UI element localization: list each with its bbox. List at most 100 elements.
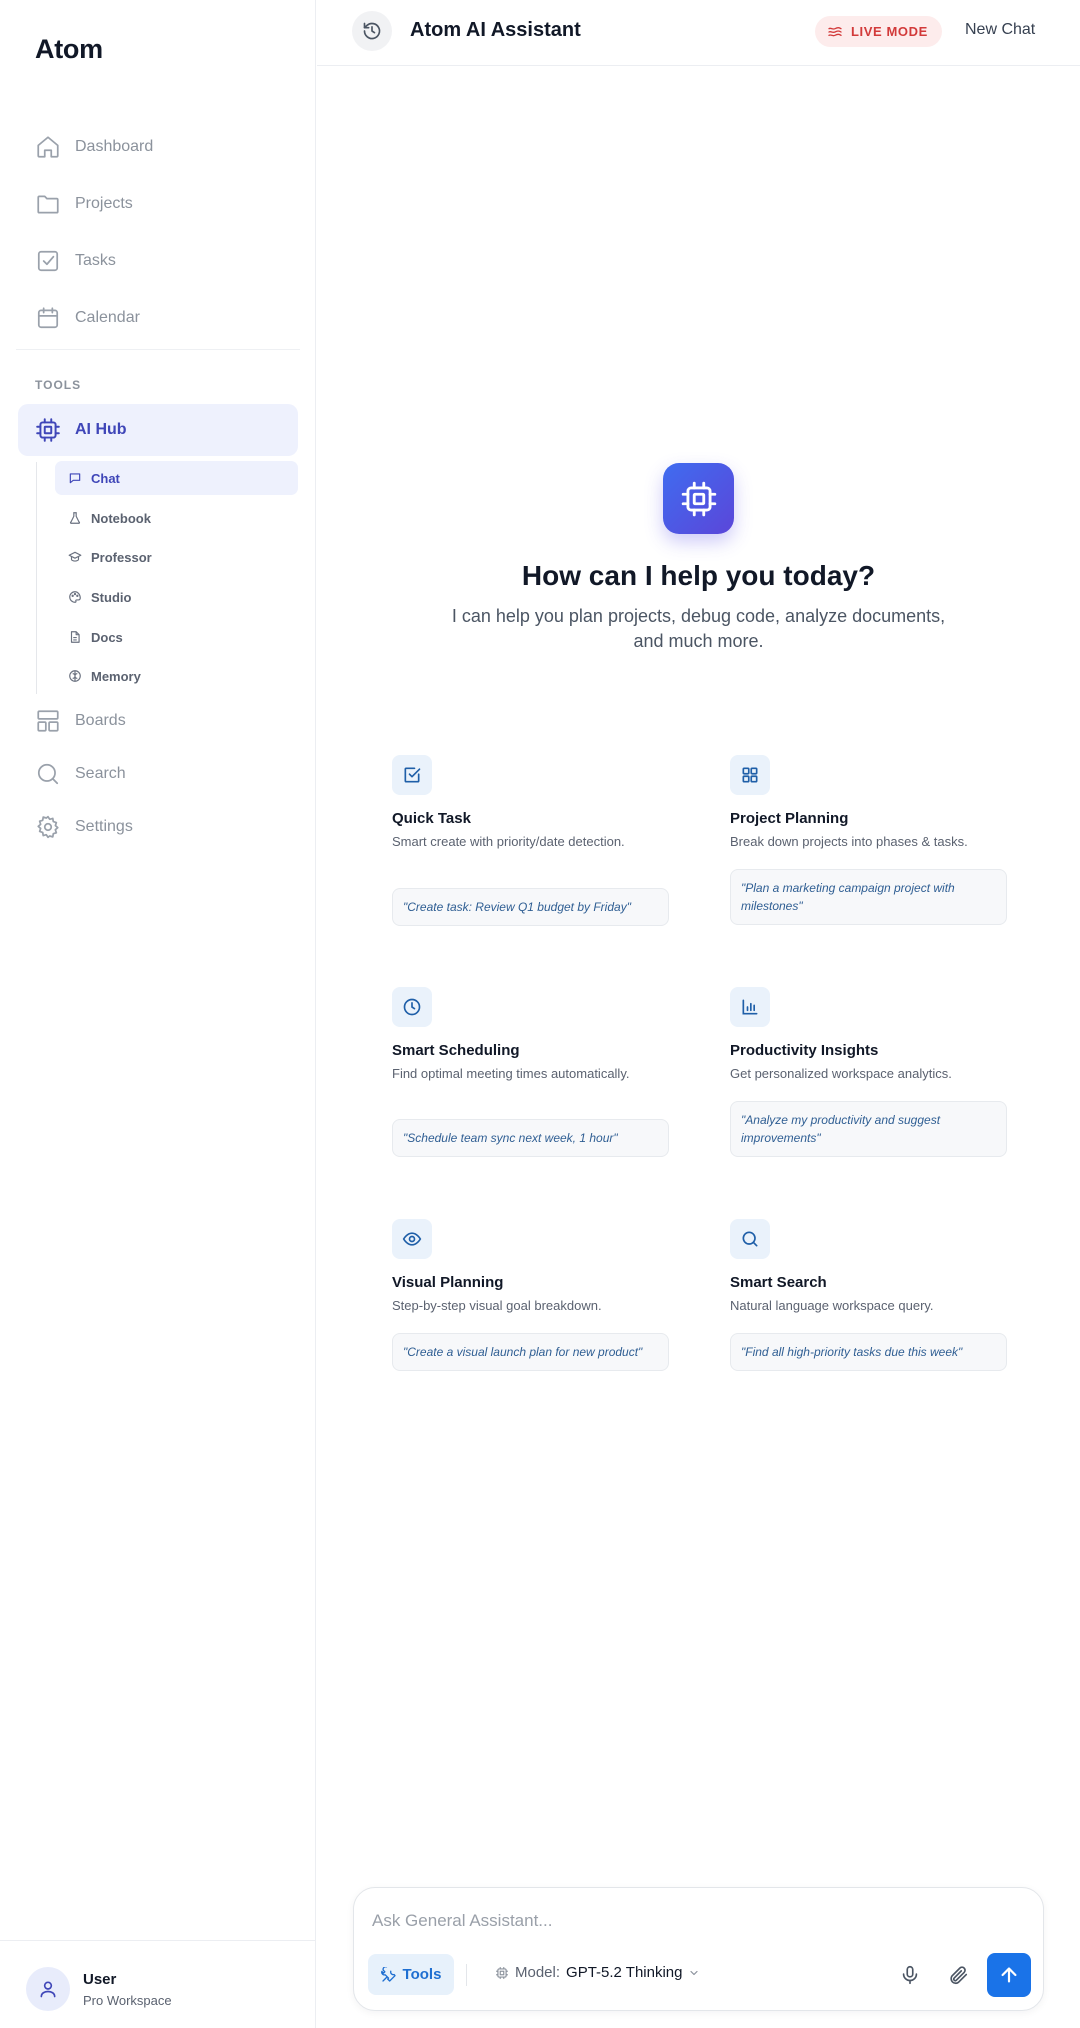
chat-input[interactable] <box>372 1906 1012 1936</box>
arrow-up-icon <box>1001 1967 1017 1983</box>
attach-button[interactable] <box>943 1960 973 1990</box>
tools-section-label: TOOLS <box>35 378 82 392</box>
nav-item-settings[interactable]: Settings <box>35 807 133 847</box>
bar-chart-icon <box>742 999 758 1015</box>
sub-item-label: Docs <box>91 629 123 645</box>
nav-label: Boards <box>75 712 126 729</box>
card-icon-box <box>730 987 770 1027</box>
card-icon-box <box>392 755 432 795</box>
calendar-icon <box>37 307 59 329</box>
new-chat-button[interactable]: New Chat <box>965 21 1035 39</box>
sub-item-label: Notebook <box>91 510 151 526</box>
card-title: Smart Search <box>730 1274 827 1291</box>
wrench-icon <box>380 1966 396 1982</box>
model-selector[interactable]: Model: GPT-5.2 Thinking <box>495 1964 700 1981</box>
check-square-icon <box>404 767 421 783</box>
user-icon <box>40 1981 56 1998</box>
chat-composer: Tools Model: GPT-5.2 Thinking <box>353 1887 1044 2011</box>
microphone-button[interactable] <box>895 1960 925 1990</box>
card-icon-box <box>730 755 770 795</box>
top-header: Atom AI Assistant LIVE MODE New Chat <box>317 0 1080 66</box>
grid-icon <box>742 767 758 783</box>
nav-item-calendar[interactable]: Calendar <box>35 298 140 338</box>
sub-item-label: Memory <box>91 668 141 684</box>
sidebar: Atom Dashboard Projects Tasks Calendar T… <box>0 0 316 2028</box>
graduation-cap-icon <box>68 551 82 562</box>
folder-icon <box>37 195 59 214</box>
card-description: Natural language workspace query. <box>730 1298 934 1313</box>
nav-label: Tasks <box>75 252 116 269</box>
document-icon <box>70 631 80 643</box>
user-profile[interactable]: User Pro Workspace <box>0 1940 316 2028</box>
cpu-icon <box>496 1966 508 1979</box>
microphone-icon <box>902 1965 918 1985</box>
sub-item-chat[interactable]: Chat <box>55 461 298 495</box>
chat-icon <box>69 473 81 484</box>
card-example-prompt[interactable]: "Find all high-priority tasks due this w… <box>730 1333 1007 1371</box>
card-icon-box <box>392 1219 432 1259</box>
sub-item-label: Professor <box>91 549 152 565</box>
composer-separator <box>466 1964 467 1986</box>
nav-item-tasks[interactable]: Tasks <box>35 241 116 281</box>
eye-icon <box>402 1232 422 1246</box>
flask-icon <box>70 512 80 524</box>
suggestion-card-smart-search[interactable]: Smart Search Natural language workspace … <box>730 1219 1007 1371</box>
card-title: Visual Planning <box>392 1274 504 1291</box>
card-example-prompt[interactable]: "Create task: Review Q1 budget by Friday… <box>392 888 669 926</box>
nav-label: Settings <box>75 818 133 835</box>
sub-item-docs[interactable]: Docs <box>55 620 298 654</box>
suggestion-card-quick-task[interactable]: Quick Task Smart create with priority/da… <box>392 755 669 927</box>
boards-icon <box>37 710 59 732</box>
paperclip-icon <box>950 1966 968 1985</box>
card-title: Quick Task <box>392 810 471 827</box>
sub-item-label: Studio <box>91 589 132 605</box>
suggestion-card-smart-scheduling[interactable]: Smart Scheduling Find optimal meeting ti… <box>392 987 669 1159</box>
nav-item-dashboard[interactable]: Dashboard <box>35 127 153 167</box>
suggestion-card-visual-planning[interactable]: Visual Planning Step-by-step visual goal… <box>392 1219 669 1371</box>
sidebar-divider <box>16 349 300 350</box>
card-example-prompt[interactable]: "Plan a marketing campaign project with … <box>730 869 1007 925</box>
suggestion-card-productivity-insights[interactable]: Productivity Insights Get personalized w… <box>730 987 1007 1159</box>
card-example-prompt[interactable]: "Analyze my productivity and suggest imp… <box>730 1101 1007 1157</box>
card-example-prompt[interactable]: "Create a visual launch plan for new pro… <box>392 1333 669 1371</box>
user-workspace: Pro Workspace <box>83 1993 172 2008</box>
nav-item-search[interactable]: Search <box>35 754 126 794</box>
brand-logo: Atom <box>35 34 103 64</box>
chevron-down-icon <box>690 1970 699 1975</box>
checkbox-icon <box>37 250 59 272</box>
tools-label: Tools <box>402 1966 442 1983</box>
user-name: User <box>83 1971 117 1988</box>
cpu-icon <box>681 481 716 516</box>
card-description: Smart create with priority/date detectio… <box>392 834 625 849</box>
assistant-logo <box>663 463 734 534</box>
live-mode-badge[interactable]: LIVE MODE <box>815 16 942 47</box>
sub-item-memory[interactable]: Memory <box>55 659 298 693</box>
nav-item-ai-hub[interactable]: AI Hub <box>18 404 298 456</box>
card-example-prompt[interactable]: "Schedule team sync next week, 1 hour" <box>392 1119 669 1157</box>
card-title: Smart Scheduling <box>392 1042 520 1059</box>
model-name: GPT-5.2 Thinking <box>566 1964 683 1981</box>
sub-item-notebook[interactable]: Notebook <box>55 501 298 535</box>
card-description: Step-by-step visual goal breakdown. <box>392 1298 602 1313</box>
sub-item-professor[interactable]: Professor <box>55 540 298 574</box>
card-title: Project Planning <box>730 810 849 827</box>
nav-item-projects[interactable]: Projects <box>35 184 133 224</box>
search-icon <box>742 1231 758 1247</box>
nav-label: Calendar <box>75 309 140 326</box>
avatar <box>26 1967 70 2011</box>
sub-item-studio[interactable]: Studio <box>55 580 298 614</box>
clock-icon <box>403 998 421 1016</box>
card-description: Break down projects into phases & tasks. <box>730 834 968 849</box>
suggestion-card-project-planning[interactable]: Project Planning Break down projects int… <box>730 755 1007 927</box>
nav-item-boards[interactable]: Boards <box>35 701 126 741</box>
card-icon-box <box>392 987 432 1027</box>
page-title: Atom AI Assistant <box>410 19 581 41</box>
cpu-icon <box>36 418 60 442</box>
live-mode-label: LIVE MODE <box>851 24 928 39</box>
tools-button[interactable]: Tools <box>368 1954 454 1995</box>
send-button[interactable] <box>987 1953 1031 1997</box>
history-icon <box>363 22 381 40</box>
brain-icon <box>69 670 81 682</box>
card-description: Find optimal meeting times automatically… <box>392 1066 630 1081</box>
history-button[interactable] <box>352 11 392 51</box>
